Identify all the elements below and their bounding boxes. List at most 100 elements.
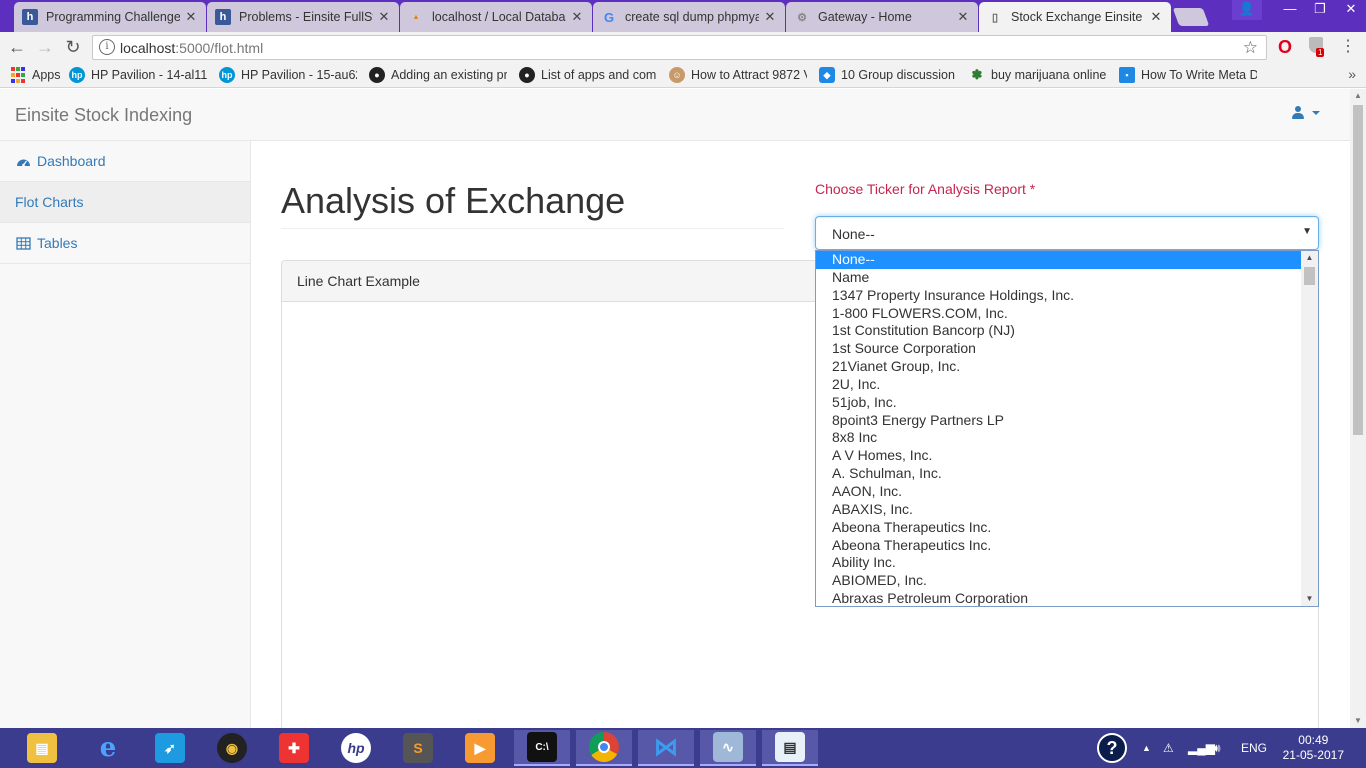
tab-close-icon[interactable]: ✕ (570, 9, 584, 25)
taskbar-video[interactable]: ▶ (452, 730, 508, 766)
browser-tab[interactable]: ⚙ Gateway - Home ✕ (786, 2, 978, 32)
browser-tab-active[interactable]: ▯ Stock Exchange Einsite C ✕ (979, 2, 1171, 32)
bookmark-star-icon[interactable]: ☆ (1243, 38, 1258, 58)
ticker-option[interactable]: 8point3 Energy Partners LP (816, 412, 1302, 430)
ticker-option[interactable]: 8x8 Inc (816, 429, 1302, 447)
brand-link[interactable]: Einsite Stock Indexing (15, 105, 192, 126)
browser-tab[interactable]: ▲ localhost / Local Databas ✕ (400, 2, 592, 32)
tab-close-icon[interactable]: ✕ (763, 9, 777, 25)
ticker-option[interactable]: 1-800 FLOWERS.COM, Inc. (816, 305, 1302, 323)
taskbar-chrome[interactable] (576, 730, 632, 766)
ticker-option[interactable]: ABAXIS, Inc. (816, 501, 1302, 519)
address-bar[interactable]: i localhost:5000/flot.html ☆ (92, 35, 1267, 60)
ticker-option[interactable]: AAON, Inc. (816, 483, 1302, 501)
tray-expand-icon[interactable]: ▲ (1142, 728, 1151, 768)
browser-tab[interactable]: h Programming Challenge ✕ (14, 2, 206, 32)
forward-icon[interactable]: → (34, 36, 56, 58)
tab-close-icon[interactable]: ✕ (1149, 9, 1163, 25)
ticker-option[interactable]: None-- (816, 251, 1302, 269)
ticker-option[interactable]: 1347 Property Insurance Holdings, Inc. (816, 287, 1302, 305)
taskbar-file-explorer[interactable]: ▤ (14, 730, 70, 766)
ticker-select[interactable]: None-- ▼ (815, 216, 1319, 250)
new-tab-button[interactable] (1172, 8, 1210, 26)
scroll-down-icon[interactable]: ▼ (1301, 592, 1318, 606)
bookmark-attract[interactable]: ☺ How to Attract 9872 V (669, 66, 807, 84)
bookmark-hp-15[interactable]: hp HP Pavilion - 15-au62 (219, 66, 357, 84)
ticker-option[interactable]: Abeona Therapeutics Inc. (816, 537, 1302, 555)
restore-icon[interactable]: ❐ (1305, 0, 1335, 20)
bookmark-hp-14[interactable]: hp HP Pavilion - 14-al11 (69, 66, 209, 84)
ticker-option[interactable]: 21Vianet Group, Inc. (816, 358, 1302, 376)
sidebar-item-dashboard[interactable]: Dashboard (0, 141, 250, 182)
apps-grid-icon (10, 67, 26, 83)
tab-title: Gateway - Home (818, 10, 912, 24)
help-icon[interactable]: ? (1097, 728, 1127, 768)
ticker-option[interactable]: 1st Constitution Bancorp (NJ) (816, 322, 1302, 340)
language-indicator[interactable]: ENG (1241, 728, 1267, 768)
page-scrollbar[interactable]: ▲ ▼ (1350, 89, 1366, 728)
ticker-option[interactable]: Abeona Therapeutics Inc. (816, 519, 1302, 537)
scroll-down-icon[interactable]: ▼ (1350, 714, 1366, 728)
browser-tab[interactable]: G create sql dump phpmya ✕ (593, 2, 785, 32)
browser-tab[interactable]: h Problems - Einsite FullSta ✕ (207, 2, 399, 32)
ticker-option[interactable]: 2U, Inc. (816, 376, 1302, 394)
reload-icon[interactable]: ↻ (62, 36, 84, 58)
scroll-up-icon[interactable]: ▲ (1301, 251, 1318, 265)
taskbar-sublime[interactable]: S (390, 730, 446, 766)
google-favicon-icon: G (603, 9, 615, 25)
tab-close-icon[interactable]: ✕ (956, 9, 970, 25)
volume-icon[interactable]: 🔊︎ (1213, 728, 1221, 768)
taskbar-cmd[interactable]: C:\ (514, 730, 570, 766)
ticker-option[interactable]: A. Schulman, Inc. (816, 465, 1302, 483)
shield-extension-icon[interactable]: 1 (1306, 37, 1326, 57)
ticker-options: None-- Name 1347 Property Insurance Holdin… (816, 251, 1318, 606)
network-warning-icon[interactable]: ⚠ (1163, 728, 1174, 768)
scrollbar-thumb[interactable] (1304, 267, 1315, 285)
taskbar-monitor[interactable]: ∿ (700, 730, 756, 766)
close-window-icon[interactable]: ✕ (1336, 0, 1366, 20)
ticker-option[interactable]: ABIOMED, Inc. (816, 572, 1302, 590)
info-icon[interactable]: i (99, 39, 115, 55)
bookmark-github-adding[interactable]: ● Adding an existing pr (369, 66, 507, 84)
taskbar-internet-explorer[interactable]: e (80, 730, 136, 766)
bookmark-github-list[interactable]: ● List of apps and comp (519, 66, 657, 84)
ticker-option[interactable]: 51job, Inc. (816, 394, 1302, 412)
taskbar-notes[interactable]: ▤ (762, 730, 818, 766)
ticker-option[interactable]: 1st Source Corporation (816, 340, 1302, 358)
user-profile-icon[interactable]: 👤 (1232, 0, 1262, 20)
ticker-option[interactable]: Abraxas Petroleum Corporation (816, 590, 1302, 606)
taskbar-app-media[interactable]: ◉ (204, 730, 260, 766)
opera-icon[interactable]: O (1275, 37, 1295, 57)
ticker-option[interactable]: A V Homes, Inc. (816, 447, 1302, 465)
menu-icon[interactable]: ⋮ (1338, 37, 1358, 57)
internet-explorer-icon: e (99, 733, 117, 763)
user-dropdown-toggle[interactable] (1292, 106, 1320, 120)
ticker-option[interactable]: Name (816, 269, 1302, 287)
sidebar-item-tables[interactable]: Tables (0, 223, 250, 264)
sidebar-item-flot-charts[interactable]: Flot Charts (0, 182, 250, 223)
more-bookmarks-button[interactable]: » (1348, 66, 1356, 82)
ticker-option[interactable]: Ability Inc. (816, 554, 1302, 572)
document-favicon-icon: ▯ (991, 11, 999, 24)
bookmark-meta[interactable]: ▪ How To Write Meta D (1119, 66, 1257, 84)
hp-logo-icon: hp (219, 67, 235, 83)
taskbar-vscode[interactable]: ⋈ (638, 730, 694, 766)
signal-icon[interactable]: ▂▄▆ (1188, 728, 1215, 768)
taskbar-app-puzzle[interactable]: ✚ (266, 730, 322, 766)
bookmark-group-discussion[interactable]: ◆ 10 Group discussion t (819, 66, 957, 84)
ticker-dropdown-list[interactable]: None-- Name 1347 Property Insurance Holdin… (815, 250, 1319, 607)
sidebar-item-label: Tables (37, 235, 78, 251)
bookmark-marijuana[interactable]: ✽ buy marijuana online (969, 66, 1107, 84)
back-icon[interactable]: ← (6, 36, 28, 58)
bookmark-apps[interactable]: Apps (10, 66, 61, 84)
minimize-icon[interactable]: — (1275, 0, 1305, 20)
url-text[interactable]: localhost:5000/flot.html (120, 40, 263, 56)
tab-close-icon[interactable]: ✕ (377, 9, 391, 25)
taskbar-hp[interactable]: hp (328, 730, 384, 766)
scroll-up-icon[interactable]: ▲ (1350, 89, 1366, 103)
scrollbar-thumb[interactable] (1353, 105, 1363, 435)
dropdown-scrollbar[interactable]: ▲ ▼ (1301, 251, 1318, 606)
system-clock[interactable]: 00:49 21-05-2017 (1283, 733, 1344, 763)
taskbar-app-rocket[interactable]: ➶ (142, 730, 198, 766)
tab-close-icon[interactable]: ✕ (184, 9, 198, 25)
